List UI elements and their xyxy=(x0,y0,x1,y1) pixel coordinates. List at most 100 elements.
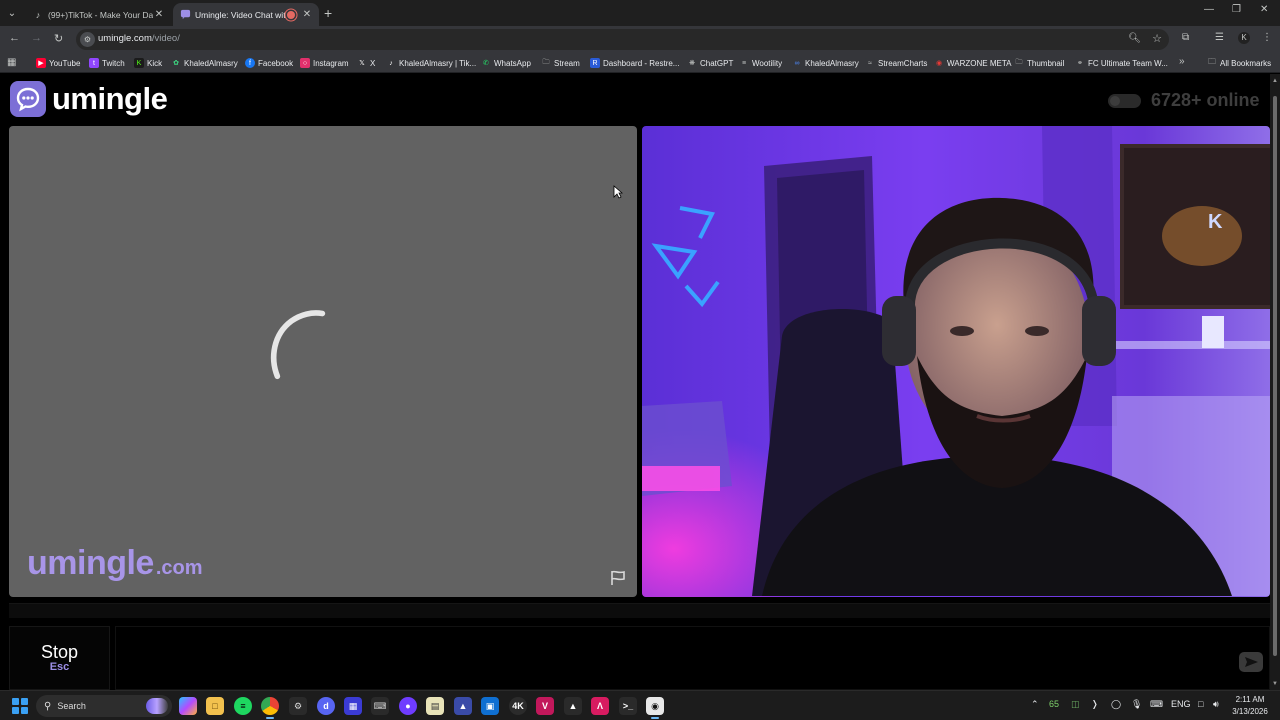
bookmark-folder-thumbnail[interactable]: 🗀︎ Thumbnail xyxy=(1014,56,1064,70)
taskbar-clock[interactable]: 2:11 AM 3/13/2026 xyxy=(1228,694,1272,718)
bookmark-chatgpt[interactable]: ❋ ChatGPT xyxy=(687,56,733,70)
bookmark-streamcharts[interactable]: ≈ StreamCharts xyxy=(865,56,927,70)
bookmark-twitch[interactable]: t Twitch xyxy=(89,56,125,70)
mouse-cursor-icon xyxy=(613,185,623,199)
svg-text:K: K xyxy=(1208,211,1223,233)
bookmark-khaledalmasry[interactable]: ✿ KhaledAlmasry xyxy=(171,56,238,70)
instagram-icon: ○ xyxy=(300,58,310,68)
close-icon[interactable]: ✕ xyxy=(301,9,313,20)
bluetooth-icon[interactable]: ❭ xyxy=(1091,699,1099,710)
tray-overflow-chevron-icon[interactable]: ⌃ xyxy=(1031,699,1039,710)
streamdeck-icon[interactable]: ▲ xyxy=(564,697,582,715)
chrome-icon[interactable] xyxy=(261,697,279,719)
tab-tiktok[interactable]: ♪ (99+)TikTok - Make Your Day ✕ xyxy=(26,3,171,26)
minimize-icon[interactable]: — xyxy=(1204,4,1214,15)
chat-bubble-logo-icon xyxy=(10,81,46,117)
bookmark-restream[interactable]: R Dashboard - Restre... xyxy=(590,56,679,70)
keyboard-app-icon[interactable]: ⌨ xyxy=(371,697,389,715)
more-menu-icon[interactable]: ⋮ xyxy=(1262,32,1272,43)
browser-toolbar: ← → ↻ ⚙ umingle.com/video/ 🔍︎ ☆ ⧉ ☰ K ⋮ xyxy=(0,26,1280,53)
recording-indicator-icon xyxy=(287,10,295,19)
site-info-icon[interactable]: ⚙ xyxy=(80,32,95,47)
close-window-icon[interactable]: ✕ xyxy=(1260,4,1268,15)
address-bar[interactable]: ⚙ umingle.com/video/ 🔍︎ ☆ xyxy=(76,29,1169,50)
clock-time: 2:11 AM xyxy=(1235,695,1265,704)
notes-app-icon[interactable]: ▤ xyxy=(426,697,444,715)
discord-icon[interactable]: d xyxy=(317,697,335,715)
bookmark-kick[interactable]: K Kick xyxy=(134,56,162,70)
tab-search-icon[interactable]: ⌄ xyxy=(4,5,20,21)
self-webcam-video: K xyxy=(642,126,1270,597)
close-icon[interactable]: ✕ xyxy=(153,9,165,20)
valorant-icon[interactable]: V xyxy=(536,697,554,715)
tab-umingle[interactable]: Umingle: Video Chat with S ✕ xyxy=(173,3,319,26)
umingle-watermark: umingle .com xyxy=(27,544,203,583)
language-indicator[interactable]: ENG xyxy=(1171,699,1191,709)
4k-downloader-icon[interactable]: 4K xyxy=(509,697,527,715)
meta-icon: ∞ xyxy=(792,58,802,68)
scrollbar-thumb[interactable] xyxy=(1273,96,1277,656)
bookmark-warzone-meta[interactable]: ◉ WARZONE META xyxy=(934,56,1011,70)
bookmark-meta-khaledalmasry[interactable]: ∞ KhaledAlmasry xyxy=(792,56,859,70)
back-icon[interactable]: ← xyxy=(9,32,20,44)
bookmark-folder-stream[interactable]: 🗀︎ Stream xyxy=(541,56,580,70)
media-controls-icon[interactable]: ☰ xyxy=(1215,32,1224,43)
all-bookmarks-folder[interactable]: 🗀︎ All Bookmarks xyxy=(1208,56,1271,70)
forward-icon[interactable]: → xyxy=(31,32,42,44)
scroll-up-icon[interactable]: ▲ xyxy=(1272,78,1278,84)
send-icon[interactable] xyxy=(1239,652,1263,672)
keyboard-layout-icon[interactable]: ⌨ xyxy=(1150,699,1163,710)
taskbar-search[interactable]: ⚲ Search xyxy=(36,695,172,717)
red-app-icon[interactable]: Λ xyxy=(591,697,609,715)
windows-start-icon[interactable] xyxy=(12,698,28,714)
apps-grid-icon[interactable]: ▦ xyxy=(344,697,362,715)
extensions-icon[interactable]: ⧉ xyxy=(1182,32,1189,43)
nvidia-icon[interactable]: ◫ xyxy=(1071,699,1080,710)
file-explorer-icon[interactable]: □ xyxy=(206,697,224,715)
site-logo[interactable]: umingle xyxy=(10,81,168,117)
twitch-icon: t xyxy=(89,58,99,68)
reload-icon[interactable]: ↻ xyxy=(54,32,63,45)
folder-icon: 🗀︎ xyxy=(541,58,551,68)
bookmark-wootility[interactable]: ≡ Wootility xyxy=(739,56,782,70)
bookmark-fc-ultimate-team[interactable]: ⚭ FC Ultimate Team W... xyxy=(1075,56,1168,70)
volume-icon[interactable]: 🔊︎ xyxy=(1213,699,1219,710)
gamepad-icon[interactable]: ▲ xyxy=(454,697,472,715)
scroll-down-icon[interactable]: ▼ xyxy=(1272,681,1278,687)
zoom-icon[interactable]: 🔍︎ xyxy=(1128,33,1141,44)
search-icon: ⚲ xyxy=(44,700,52,712)
purple-app-icon[interactable]: ● xyxy=(399,697,417,715)
loading-spinner-icon xyxy=(270,310,326,380)
new-tab-button[interactable]: + xyxy=(324,5,332,21)
online-toggle[interactable] xyxy=(1108,93,1141,108)
stop-button[interactable]: Stop Esc xyxy=(9,626,110,690)
bookmark-instagram[interactable]: ○ Instagram xyxy=(300,56,349,70)
settings-gear-icon[interactable]: ⚙ xyxy=(289,697,307,715)
spotify-icon[interactable]: ≡ xyxy=(234,697,252,715)
bookmark-x[interactable]: 𝕏X xyxy=(357,56,375,70)
restore-icon[interactable]: ❐ xyxy=(1232,4,1241,15)
page-scrollbar[interactable]: ▲ ▼ xyxy=(1270,74,1280,690)
bookmark-star-icon[interactable]: ☆ xyxy=(1152,32,1162,45)
microphone-icon[interactable]: 🎙︎ xyxy=(1131,699,1142,710)
obs-icon[interactable]: ◉ xyxy=(646,697,664,719)
copilot-icon[interactable] xyxy=(179,697,197,715)
terminal-icon[interactable]: >_ xyxy=(619,697,637,715)
bookmark-facebook[interactable]: f Facebook xyxy=(245,56,293,70)
bookmark-whatsapp[interactable]: ✆ WhatsApp xyxy=(481,56,531,70)
controller-tray-icon[interactable]: ◯ xyxy=(1111,699,1121,710)
chevron-right-double-icon[interactable]: » xyxy=(1179,56,1185,67)
stop-label: Stop xyxy=(40,642,79,662)
apps-grid-icon[interactable]: ▦ xyxy=(7,57,16,68)
bookmark-youtube[interactable]: ▶ YouTube xyxy=(36,56,80,70)
url-text[interactable]: umingle.com/video/ xyxy=(98,33,180,44)
store-icon[interactable]: ▣ xyxy=(481,697,499,715)
tab-title: Umingle: Video Chat with S xyxy=(195,9,287,20)
globe-icon: ⚭ xyxy=(1075,58,1085,68)
profile-avatar-icon[interactable]: K xyxy=(1238,32,1250,44)
report-flag-icon[interactable] xyxy=(609,569,627,587)
network-icon[interactable]: □ xyxy=(1198,699,1203,709)
folder-icon: 🗀︎ xyxy=(1014,58,1024,68)
bookmark-tiktok[interactable]: ♪ KhaledAlmasry | Tik... xyxy=(386,56,476,70)
chat-message-input[interactable] xyxy=(115,626,1270,690)
